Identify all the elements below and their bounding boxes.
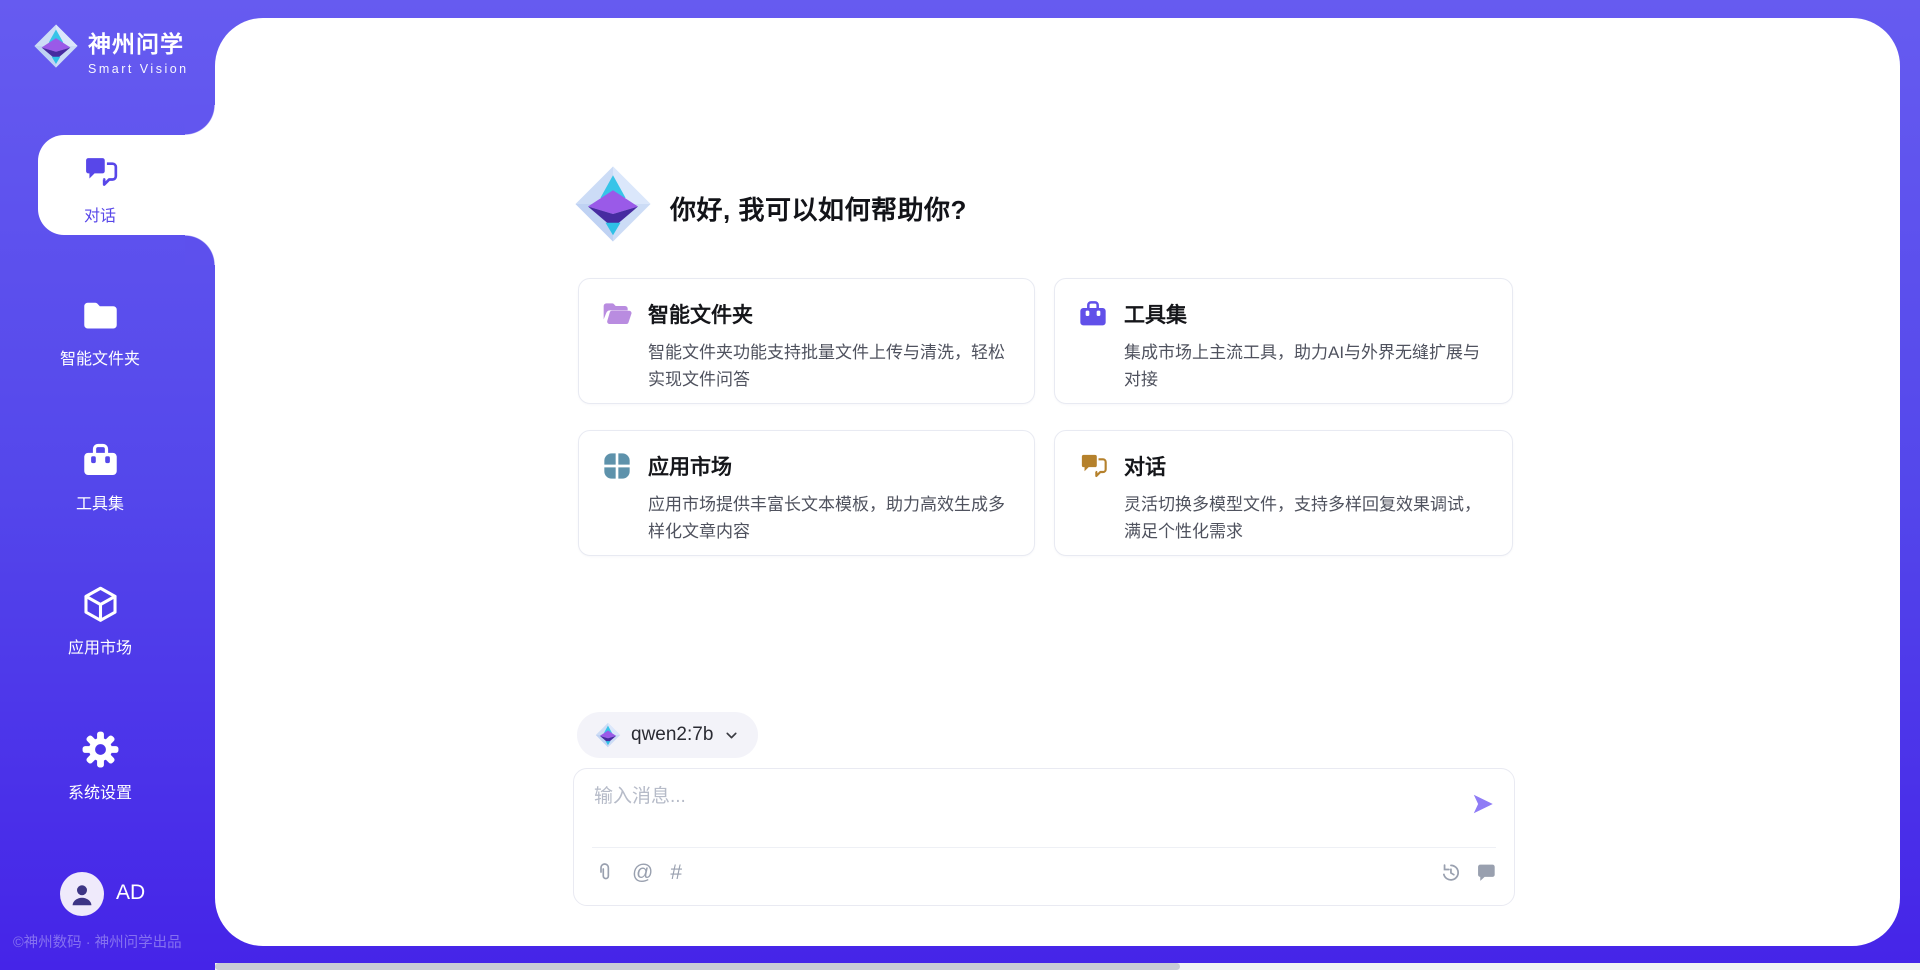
- scrollbar-thumb[interactable]: [215, 963, 1180, 970]
- mention-icon[interactable]: @: [632, 862, 653, 883]
- composer-toolbar-left: @ #: [594, 862, 682, 883]
- send-icon[interactable]: [1470, 791, 1496, 817]
- composer-toolbar-right: [1440, 862, 1496, 883]
- chat-bubble-icon[interactable]: [1475, 862, 1496, 883]
- brand-logo-diamond-icon: [33, 23, 79, 69]
- toolbox-icon: [1077, 298, 1109, 330]
- history-icon[interactable]: [1440, 862, 1461, 883]
- sidebar-item-label: 应用市场: [68, 634, 132, 658]
- card-title: 智能文件夹: [648, 299, 753, 329]
- attachment-icon[interactable]: [594, 862, 615, 883]
- person-icon: [67, 879, 97, 909]
- card-app-market[interactable]: 应用市场 应用市场提供丰富长文本模板，助力高效生成多样化文章内容: [578, 430, 1035, 556]
- sidebar-item-chat-label: 对话: [38, 202, 162, 226]
- grid-icon: [601, 450, 633, 482]
- brand-name: 神州问学: [88, 25, 189, 59]
- card-title: 工具集: [1124, 299, 1187, 329]
- folder-icon: [80, 295, 121, 336]
- chat-icon: [80, 152, 120, 192]
- sidebar-item-label: 系统设置: [68, 779, 132, 803]
- sidebar-item-smart-folder[interactable]: 智能文件夹: [0, 295, 200, 369]
- brand-text: 神州问学 Smart Vision: [88, 25, 189, 76]
- card-chat[interactable]: 对话 灵活切换多模型文件，支持多样回复效果调试，满足个性化需求: [1054, 430, 1513, 556]
- folder-open-icon: [601, 298, 633, 330]
- sidebar-item-app-market[interactable]: 应用市场: [0, 584, 200, 658]
- gear-icon: [80, 729, 121, 770]
- model-logo-diamond-icon: [595, 722, 621, 748]
- model-name: qwen2:7b: [631, 724, 713, 746]
- card-smart-folder[interactable]: 智能文件夹 智能文件夹功能支持批量文件上传与清洗，轻松实现文件问答: [578, 278, 1035, 404]
- card-description: 应用市场提供丰富长文本模板，助力高效生成多样化文章内容: [648, 491, 1012, 545]
- toolbox-icon: [80, 440, 121, 481]
- message-input-box: @ #: [573, 768, 1515, 906]
- hero-logo-diamond-icon: [573, 164, 653, 244]
- tab-fillet-bottom: [185, 235, 215, 265]
- card-description: 集成市场上主流工具，助力AI与外界无缝扩展与对接: [1124, 339, 1490, 393]
- card-toolset[interactable]: 工具集 集成市场上主流工具，助力AI与外界无缝扩展与对接: [1054, 278, 1513, 404]
- brand-subtitle: Smart Vision: [88, 62, 189, 76]
- chevron-down-icon: [723, 727, 740, 744]
- model-selector[interactable]: qwen2:7b: [577, 712, 758, 758]
- avatar[interactable]: [60, 872, 104, 916]
- card-title: 对话: [1124, 451, 1166, 481]
- sidebar-item-label: 智能文件夹: [60, 345, 140, 369]
- horizontal-scrollbar[interactable]: [215, 963, 1920, 970]
- card-description: 智能文件夹功能支持批量文件上传与清洗，轻松实现文件问答: [648, 339, 1012, 393]
- greeting-title: 你好, 我可以如何帮助你?: [670, 190, 967, 227]
- sidebar-item-toolset[interactable]: 工具集: [0, 440, 200, 514]
- chat-icon: [1077, 450, 1109, 482]
- copyright-text: ©神州数码 · 神州问学出品: [13, 931, 182, 952]
- tab-fillet-top: [185, 105, 215, 135]
- sidebar-item-label: 工具集: [76, 490, 124, 514]
- user-initials: AD: [116, 881, 145, 905]
- message-input[interactable]: [594, 781, 1464, 839]
- card-description: 灵活切换多模型文件，支持多样回复效果调试，满足个性化需求: [1124, 491, 1490, 545]
- cube-icon: [80, 584, 121, 625]
- card-title: 应用市场: [648, 451, 732, 481]
- hashtag-icon[interactable]: #: [670, 862, 682, 883]
- input-divider: [592, 847, 1496, 848]
- sidebar-item-settings[interactable]: 系统设置: [0, 729, 200, 803]
